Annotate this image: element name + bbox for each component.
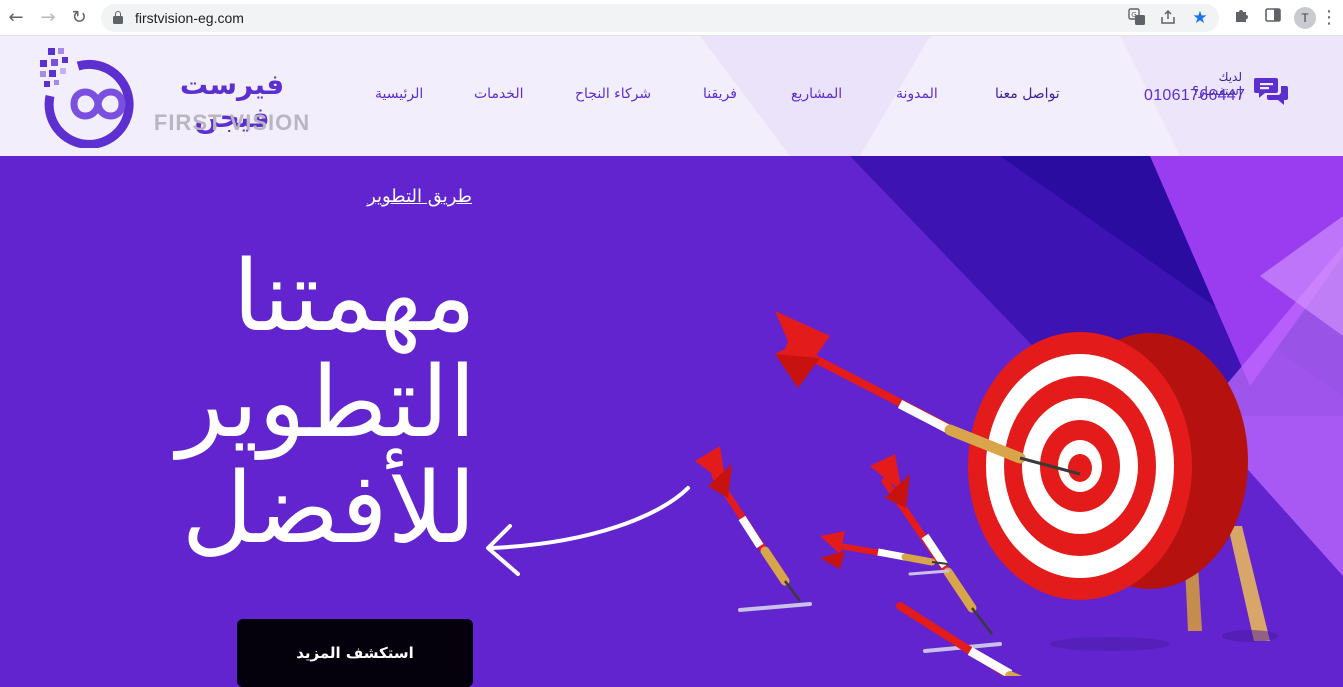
arrow-icon — [486, 486, 690, 576]
menu-icon[interactable]: ⋮ — [1320, 6, 1338, 30]
site-header: فيرست فيجن FIRST VISION الرئيسية الخدمات… — [0, 36, 1343, 156]
main-nav: الرئيسية الخدمات شركاء النجاح فريقنا الم… — [0, 36, 1343, 156]
share-icon[interactable] — [1158, 8, 1178, 28]
hero-title-line: للأفضل — [181, 452, 476, 566]
chat-icon — [1254, 78, 1288, 105]
nav-home[interactable]: الرئيسية — [375, 86, 423, 102]
dartboard-illustration — [695, 311, 1278, 676]
contact-phone[interactable]: 01061766447 — [1144, 87, 1245, 105]
sidepanel-icon[interactable] — [1261, 6, 1285, 30]
hero-title: مهمتنا التطوير للأفضل — [120, 244, 476, 562]
hero-title-line: مهمتنا — [232, 240, 476, 354]
svg-text:G: G — [1131, 11, 1136, 19]
nav-contact[interactable]: تواصل معنا — [995, 86, 1060, 102]
address-bar[interactable]: firstvision-eg.com G ★ — [101, 4, 1219, 32]
reload-icon[interactable]: ↻ — [67, 6, 91, 30]
nav-services[interactable]: الخدمات — [474, 86, 524, 102]
translate-icon[interactable]: G — [1127, 8, 1147, 28]
lock-icon[interactable] — [113, 11, 123, 24]
star-icon[interactable]: ★ — [1190, 8, 1210, 28]
dart — [695, 446, 812, 612]
back-icon[interactable]: ← — [4, 6, 28, 30]
browser-toolbar: ← → ↻ firstvision-eg.com G ★ T ⋮ — [0, 0, 1343, 36]
nav-blog[interactable]: المدونة — [896, 86, 938, 102]
url-text[interactable]: firstvision-eg.com — [135, 10, 244, 26]
hero-title-line: التطوير — [176, 346, 476, 460]
explore-more-button[interactable]: استكشف المزيد — [237, 619, 473, 687]
profile-avatar[interactable]: T — [1294, 7, 1316, 29]
hero-subtitle[interactable]: طريق التطوير — [322, 186, 472, 207]
nav-projects[interactable]: المشاريع — [791, 86, 842, 102]
nav-team[interactable]: فريقنا — [703, 86, 737, 102]
nav-partners[interactable]: شركاء النجاح — [575, 86, 651, 102]
hero-section: طريق التطوير مهمتنا التطوير للأفضل استكش… — [0, 156, 1343, 687]
forward-icon[interactable]: → — [36, 6, 60, 30]
extensions-icon[interactable] — [1229, 6, 1253, 30]
